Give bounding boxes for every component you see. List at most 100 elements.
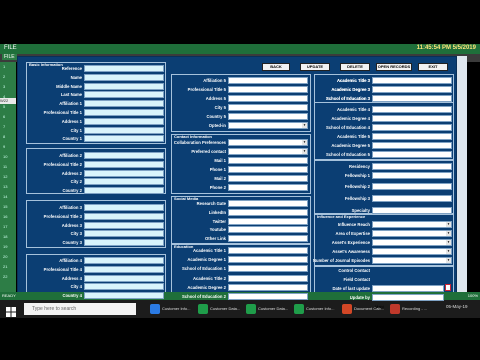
field-asset-s-awareness[interactable]: ▾	[372, 248, 452, 255]
chevron-down-icon[interactable]: ▾	[446, 240, 451, 245]
field-school-of-education-5[interactable]	[372, 151, 452, 158]
back-button[interactable]: BACK	[262, 63, 290, 71]
field-country-5[interactable]	[228, 113, 308, 120]
taskbar-item[interactable]: Customer Data...	[210, 302, 240, 316]
exit-button[interactable]: EXIT	[418, 63, 448, 71]
field-collaboration-preferences[interactable]: ▾	[228, 139, 308, 146]
field-academic-title-1[interactable]	[228, 247, 308, 254]
field-school-of-education-2[interactable]	[228, 293, 308, 300]
field-professional-title-3[interactable]	[84, 212, 164, 220]
field-academic-degree-5[interactable]	[372, 142, 452, 149]
field-address-3[interactable]	[84, 221, 164, 229]
field-academic-title-4[interactable]	[372, 106, 452, 113]
field-mail-1[interactable]	[228, 157, 308, 164]
open-records-button[interactable]: OPEN RECORDS	[376, 63, 412, 71]
field-other-link[interactable]	[228, 235, 308, 243]
chevron-down-icon[interactable]: ▾	[446, 231, 451, 236]
field-research-gate[interactable]	[228, 200, 308, 207]
field-number-of-journal-episodes[interactable]: ▾	[372, 257, 452, 264]
calendar-icon[interactable]	[445, 284, 451, 291]
zoom-level[interactable]: 100%	[468, 293, 478, 298]
field-asset-s-experience[interactable]: ▾	[372, 239, 452, 246]
field-address-2[interactable]	[84, 169, 164, 177]
field-residency[interactable]	[372, 163, 452, 170]
field-city-2[interactable]	[84, 178, 164, 186]
field-youtube[interactable]	[228, 226, 308, 234]
field-professional-title-2[interactable]	[84, 160, 164, 168]
field-affiliation-3[interactable]	[84, 204, 164, 211]
app-icon[interactable]	[198, 304, 208, 314]
taskbar-search-input[interactable]: Type here to search	[24, 303, 136, 315]
field-update-by[interactable]: Mahi	[372, 294, 444, 309]
field-school-of-education-4[interactable]	[372, 124, 452, 131]
field-academic-title-3[interactable]	[372, 77, 452, 84]
chevron-down-icon[interactable]: ▾	[446, 222, 451, 227]
field-academic-degree-4[interactable]	[372, 115, 452, 122]
taskbar-item[interactable]: Recording - ...	[402, 302, 427, 316]
chevron-down-icon[interactable]: ▾	[446, 249, 451, 254]
field-fellowship-2[interactable]	[372, 183, 452, 190]
field-address-5[interactable]	[228, 95, 308, 102]
field-specialty[interactable]	[372, 207, 452, 214]
field-affiliation-4[interactable]	[84, 257, 164, 264]
app-icon[interactable]	[342, 304, 352, 314]
field-academic-title-2[interactable]	[228, 274, 308, 282]
field-preferred-contact[interactable]: ▾	[228, 148, 308, 155]
app-icon[interactable]	[150, 304, 160, 314]
chevron-down-icon[interactable]: ▾	[446, 258, 451, 263]
field-country-4[interactable]	[84, 292, 164, 300]
field-area-of-expertise[interactable]: ▾	[372, 230, 452, 237]
taskbar-item[interactable]: Customer Data...	[258, 302, 288, 316]
field-city-4[interactable]	[84, 283, 164, 291]
field-reference[interactable]	[84, 65, 164, 72]
taskbar-item[interactable]: Customer Info...	[162, 302, 190, 316]
field-city-3[interactable]	[84, 230, 164, 238]
chevron-down-icon[interactable]: ▾	[302, 123, 307, 128]
field-country-3[interactable]	[84, 239, 164, 247]
field-academic-degree-3[interactable]	[372, 86, 452, 93]
field-affiliation-1[interactable]	[84, 100, 164, 108]
app-icon[interactable]	[390, 304, 400, 314]
chevron-down-icon[interactable]: ▾	[302, 149, 307, 154]
field-fellowship-1[interactable]	[372, 172, 452, 179]
app-icon[interactable]	[246, 304, 256, 314]
taskbar-item[interactable]: Customer Info...	[306, 302, 334, 316]
field-mail-2[interactable]	[228, 175, 308, 182]
field-twitter[interactable]	[228, 217, 308, 225]
file-tab[interactable]: FILE	[4, 45, 17, 51]
field-opted-in[interactable]: ▾	[228, 122, 308, 129]
field-phone-2[interactable]	[228, 184, 308, 191]
field-city-1[interactable]	[84, 126, 164, 134]
field-professional-title-1[interactable]	[84, 109, 164, 116]
field-phone-1[interactable]	[228, 166, 308, 173]
field-school-of-education-1[interactable]	[228, 265, 308, 273]
field-linkedin[interactable]	[228, 208, 308, 216]
field-professional-title-4[interactable]	[84, 265, 164, 273]
field-country-1[interactable]	[84, 135, 164, 143]
taskbar-item[interactable]: Document Cab...	[354, 302, 384, 316]
app-icon[interactable]	[294, 304, 304, 314]
field-city-5[interactable]	[228, 104, 308, 111]
field-academic-degree-1[interactable]	[228, 256, 308, 264]
field-last-name[interactable]	[84, 91, 164, 99]
file-label[interactable]: FILE	[2, 54, 17, 60]
windows-start-icon[interactable]	[6, 304, 16, 317]
field-affiliation-2[interactable]	[84, 152, 164, 159]
field-influence-reach[interactable]: ▾	[372, 221, 452, 228]
delete-button[interactable]: DELETE	[340, 63, 370, 71]
field-academic-degree-2[interactable]	[228, 283, 308, 291]
field-name[interactable]	[84, 73, 164, 81]
field-country-2[interactable]	[84, 187, 164, 195]
field-professional-title-5[interactable]	[228, 86, 308, 93]
field-academic-title-5[interactable]	[372, 133, 452, 140]
field-school-of-education-3[interactable]	[372, 95, 452, 102]
field-date-of-last-update[interactable]: 05-May-19	[372, 285, 444, 300]
field-fellowship-3[interactable]	[372, 195, 452, 202]
form-scroll-gutter[interactable]	[457, 56, 467, 300]
chevron-down-icon[interactable]: ▾	[302, 140, 307, 145]
field-address-4[interactable]	[84, 274, 164, 282]
field-address-1[interactable]	[84, 117, 164, 125]
field-middle-name[interactable]	[84, 82, 164, 90]
field-affiliation-5[interactable]	[228, 77, 308, 84]
update-button[interactable]: UPDATE	[300, 63, 330, 71]
